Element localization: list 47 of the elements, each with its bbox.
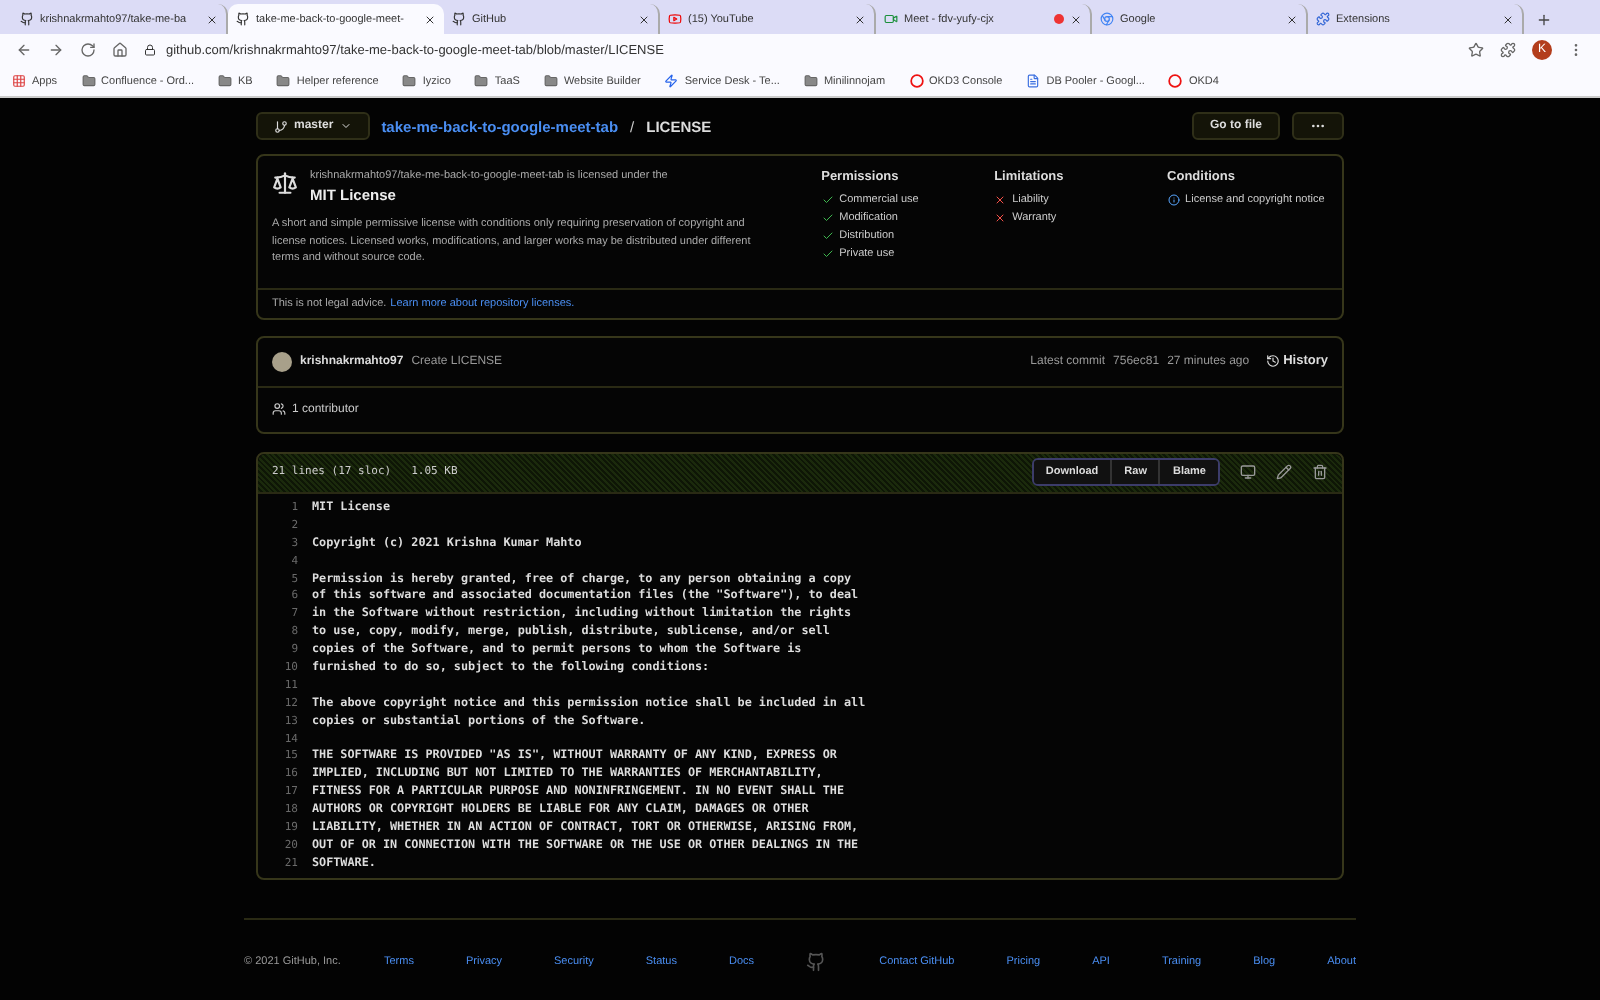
document-icon	[1026, 74, 1041, 88]
plus-icon[interactable]	[1536, 11, 1552, 27]
caret-icon	[339, 120, 352, 132]
github-icon[interactable]	[806, 952, 827, 973]
home-icon[interactable]	[112, 42, 128, 58]
cross-icon	[994, 194, 1007, 206]
video-camera-icon	[884, 12, 898, 26]
github-icon	[236, 12, 250, 26]
back-icon[interactable]	[16, 42, 32, 58]
ring-icon	[1168, 74, 1183, 88]
cross-icon	[994, 212, 1007, 224]
branch-icon	[274, 119, 288, 133]
reload-icon[interactable]	[80, 42, 96, 58]
close-icon[interactable]	[1070, 13, 1082, 25]
puzzle-icon	[1316, 12, 1330, 26]
avatar-circle	[272, 351, 292, 371]
people-icon	[272, 402, 286, 416]
scale-icon	[272, 170, 298, 196]
forward-icon[interactable]	[48, 42, 64, 58]
extensions-icon[interactable]	[1500, 42, 1516, 58]
folder-icon	[218, 74, 233, 88]
lightning-icon	[664, 74, 679, 88]
github-icon	[452, 12, 466, 26]
close-icon[interactable]	[638, 13, 650, 25]
grid-icon	[12, 74, 26, 88]
folder-icon	[803, 74, 818, 88]
lock-icon	[144, 44, 156, 56]
close-icon[interactable]	[1502, 13, 1514, 25]
delete-icon[interactable]	[1312, 464, 1328, 480]
desktop-icon[interactable]	[1240, 464, 1256, 480]
ring-icon	[909, 74, 924, 88]
play-icon	[668, 12, 682, 26]
edit-icon[interactable]	[1276, 464, 1292, 480]
close-icon[interactable]	[206, 13, 218, 25]
github-icon	[20, 12, 34, 26]
history-icon	[1265, 354, 1280, 368]
close-icon[interactable]	[424, 13, 436, 25]
close-icon[interactable]	[1286, 13, 1298, 25]
folder-icon	[402, 74, 417, 88]
info-icon	[1167, 194, 1180, 206]
close-icon[interactable]	[854, 13, 866, 25]
folder-icon	[543, 74, 558, 88]
folder-icon	[474, 74, 489, 88]
google-icon	[1100, 12, 1114, 26]
star-icon[interactable]	[1468, 42, 1484, 58]
folder-icon	[276, 74, 291, 88]
folder-icon	[81, 74, 96, 88]
